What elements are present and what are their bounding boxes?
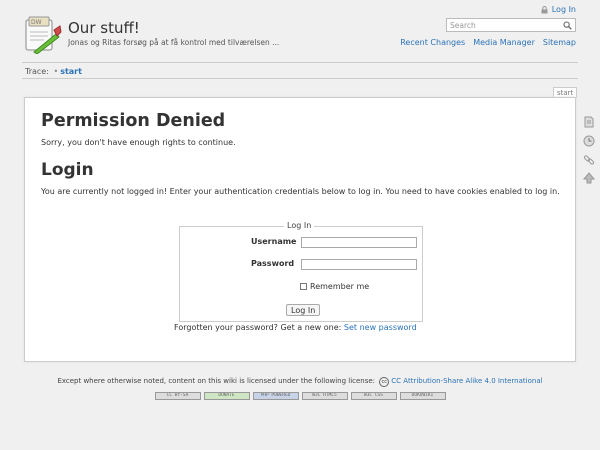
breadcrumb-divider: [22, 78, 578, 79]
forgot-password: Forgotten your password? Get a new one: …: [174, 323, 417, 332]
sitemap-link[interactable]: Sitemap: [543, 38, 576, 47]
cc-icon: cc: [379, 377, 390, 387]
login-link[interactable]: Log In: [552, 5, 576, 14]
breadcrumb-label: Trace:: [25, 67, 49, 76]
donate-badge[interactable]: DONATE: [203, 392, 250, 400]
remember-me-label: Remember me: [310, 282, 370, 291]
remember-me[interactable]: Remember me: [300, 282, 369, 291]
login-form: Log In Username Password Remember me Log…: [179, 221, 423, 322]
username-label: Username: [251, 237, 297, 246]
forgot-password-text: Forgotten your password? Get a new one:: [174, 323, 342, 332]
logo-text: DW: [31, 19, 42, 26]
password-field[interactable]: [301, 259, 417, 270]
user-tools: Log In: [541, 5, 576, 14]
html5-badge[interactable]: W3C HTML5: [301, 392, 348, 400]
back-to-top-icon[interactable]: [583, 172, 595, 184]
license-text: Except where otherwise noted, content on…: [57, 377, 376, 385]
old-revisions-icon[interactable]: [583, 135, 595, 147]
site-tagline: Jonas og Ritas forsøg på at få kontrol m…: [68, 38, 280, 47]
license-link[interactable]: CC Attribution-Share Alike 4.0 Internati…: [391, 377, 542, 385]
login-button[interactable]: Log In: [286, 304, 321, 316]
login-intro: You are currently not logged in! Enter y…: [41, 187, 560, 196]
lock-icon: [541, 5, 548, 13]
password-label: Password: [251, 259, 295, 268]
cc-license-badge[interactable]: CC BY-SA: [154, 392, 201, 400]
set-new-password-link[interactable]: Set new password: [344, 323, 417, 332]
dokuwiki-badge[interactable]: DOKUWIKI: [399, 392, 446, 400]
login-heading: Login: [41, 160, 94, 180]
username-field[interactable]: [301, 237, 417, 248]
search-placeholder: Search: [450, 21, 476, 30]
media-manager-link[interactable]: Media Manager: [473, 38, 535, 47]
recent-changes-link[interactable]: Recent Changes: [400, 38, 465, 47]
site-title[interactable]: Our stuff!: [68, 19, 140, 37]
search-input[interactable]: Search: [446, 18, 576, 32]
content-panel: Permission Denied Sorry, you don't have …: [24, 97, 576, 362]
footer-badges: CC BY-SA DONATE PHP POWERED W3C HTML5 W3…: [0, 392, 600, 400]
show-page-icon[interactable]: [583, 116, 595, 128]
breadcrumb: Trace: • start: [25, 67, 82, 76]
header-divider: [22, 62, 578, 63]
denied-message: Sorry, you don't have enough rights to c…: [41, 138, 236, 147]
page-title: Permission Denied: [41, 111, 226, 131]
remember-me-checkbox[interactable]: [300, 283, 307, 290]
backlinks-icon[interactable]: [583, 154, 595, 166]
license-notice: Except where otherwise noted, content on…: [0, 377, 600, 387]
login-form-legend: Log In: [284, 221, 315, 230]
breadcrumb-page-link[interactable]: start: [60, 67, 82, 76]
php-badge[interactable]: PHP POWERED: [252, 392, 299, 400]
site-tools-nav: Recent Changes Media Manager Sitemap: [400, 38, 576, 47]
css-badge[interactable]: W3C CSS: [350, 392, 397, 400]
dokuwiki-logo-icon: DW: [25, 16, 62, 55]
breadcrumb-separator: •: [53, 67, 59, 76]
site-logo[interactable]: DW: [22, 14, 62, 55]
search-icon[interactable]: [563, 21, 572, 30]
